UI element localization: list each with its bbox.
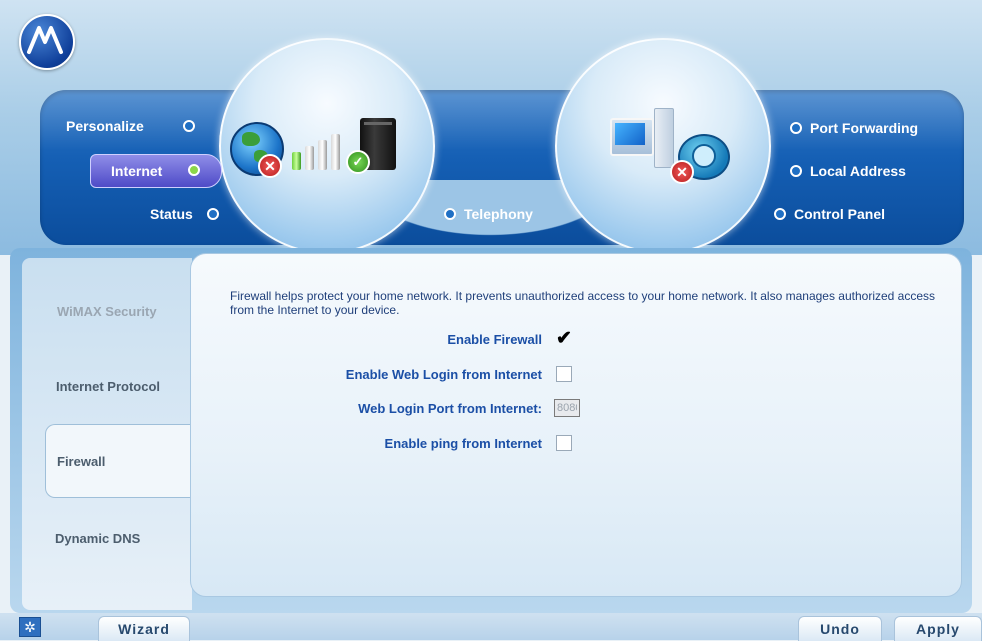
nav-label-telephony: Telephony xyxy=(464,206,533,222)
sidebar-item-wimax-security[interactable]: WiMAX Security xyxy=(22,304,192,320)
nav-label-status: Status xyxy=(150,206,193,222)
nav-label-local-address: Local Address xyxy=(810,163,906,179)
sidebar-item-label: Internet Protocol xyxy=(56,379,161,394)
nav-label-internet: Internet xyxy=(111,163,163,179)
wizard-button[interactable]: Wizard xyxy=(98,616,190,641)
enable-web-login-label: Enable Web Login from Internet xyxy=(345,367,542,382)
nav-indicator-status xyxy=(207,208,219,220)
sidebar-item-internet-protocol[interactable]: Internet Protocol xyxy=(22,379,192,395)
firewall-description: Firewall helps protect your home network… xyxy=(230,289,936,317)
undo-button[interactable]: Undo xyxy=(798,616,882,641)
nav-item-internet[interactable]: Internet xyxy=(90,154,222,188)
nav-indicator-internet xyxy=(188,164,200,176)
sidebar-item-label: WiMAX Security xyxy=(57,304,157,319)
nav-indicator-local-address xyxy=(790,165,802,177)
nav-indicator-personalize xyxy=(183,120,195,132)
apply-button[interactable]: Apply xyxy=(894,616,982,641)
globe-disconnected-icon: ✕ xyxy=(230,122,288,180)
nav-indicator-telephony xyxy=(444,208,456,220)
sidebar-item-label: Firewall xyxy=(57,454,106,469)
web-login-port-input[interactable] xyxy=(554,399,580,417)
nav-label-personalize: Personalize xyxy=(66,118,144,134)
enable-ping-checkbox[interactable] xyxy=(556,435,572,451)
nav-indicator-port-forwarding xyxy=(790,122,802,134)
enable-firewall-label: Enable Firewall xyxy=(447,332,542,347)
signal-strength-icon xyxy=(292,134,342,174)
wizard-icon[interactable]: ✲ xyxy=(19,617,41,637)
enable-web-login-checkbox[interactable] xyxy=(556,366,572,382)
motorola-logo-icon[interactable] xyxy=(19,14,75,70)
enable-firewall-checkbox[interactable]: ✔ xyxy=(556,329,572,348)
sidebar-item-label: Dynamic DNS xyxy=(55,531,141,546)
nav-label-control-panel: Control Panel xyxy=(794,206,886,222)
modem-connected-icon: ✓ xyxy=(346,118,402,176)
phone-disconnected-icon: ✕ xyxy=(670,134,734,184)
nav-indicator-control-panel xyxy=(774,208,786,220)
computer-icon xyxy=(610,108,674,170)
sidebar-item-firewall[interactable]: Firewall xyxy=(45,424,196,498)
enable-ping-label: Enable ping from Internet xyxy=(384,436,542,451)
sidebar-item-dynamic-dns[interactable]: Dynamic DNS xyxy=(22,531,192,547)
web-login-port-label: Web Login Port from Internet: xyxy=(358,401,542,416)
nav-label-port-forwarding: Port Forwarding xyxy=(810,120,919,136)
